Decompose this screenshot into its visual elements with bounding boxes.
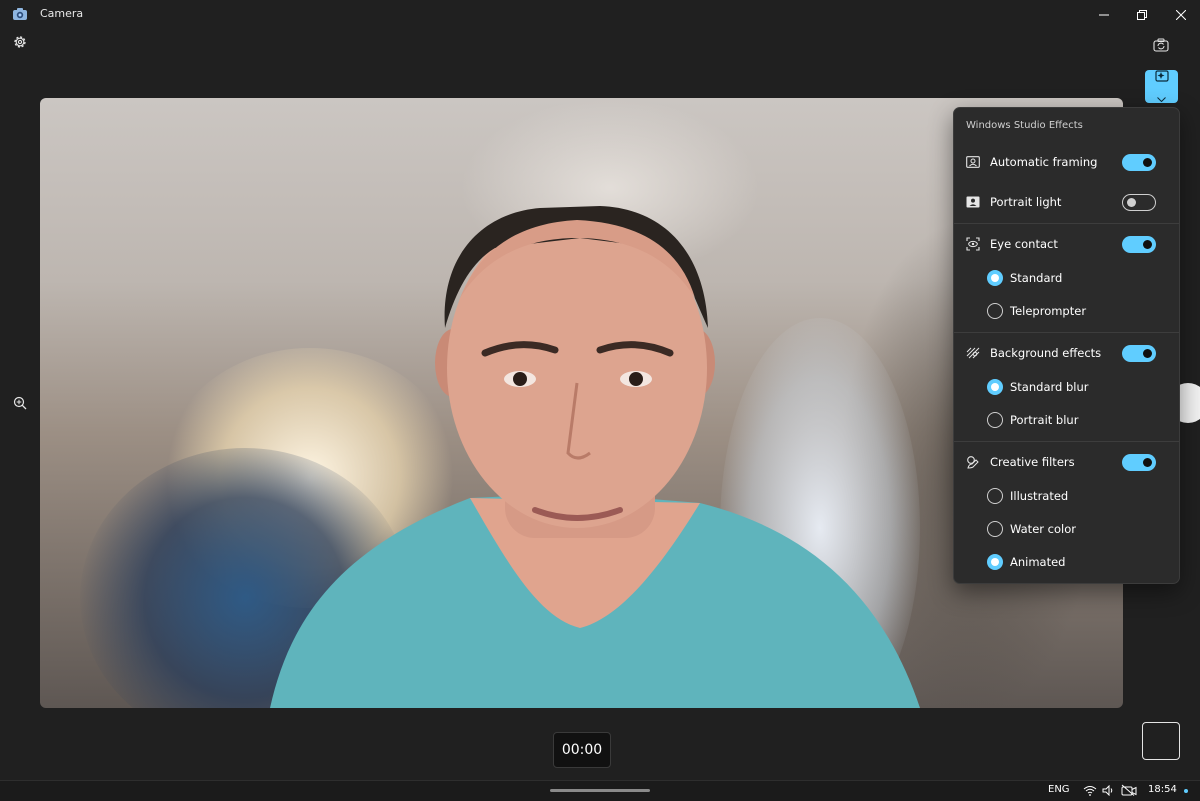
volume-icon[interactable] bbox=[1101, 783, 1117, 797]
teleprompter-radio[interactable] bbox=[987, 303, 1003, 319]
zoom-button[interactable] bbox=[10, 394, 30, 414]
studio-effects-icon bbox=[1154, 67, 1169, 86]
language-indicator[interactable]: ENG bbox=[1048, 784, 1070, 795]
water-color-radio[interactable] bbox=[987, 521, 1003, 537]
recording-timer: 00:00 bbox=[553, 732, 611, 768]
background-effects-icon bbox=[965, 345, 981, 361]
taskbar: ENG 18:54 bbox=[0, 780, 1200, 801]
creative-filters-row: Creative filters bbox=[954, 446, 1179, 478]
restore-icon bbox=[1137, 5, 1147, 24]
home-indicator[interactable] bbox=[550, 789, 650, 792]
divider bbox=[954, 332, 1179, 333]
creative-filters-toggle[interactable] bbox=[1122, 454, 1156, 471]
standard-label: Standard bbox=[1010, 271, 1063, 285]
switch-camera-icon bbox=[1153, 37, 1169, 56]
close-button[interactable] bbox=[1164, 0, 1198, 28]
settings-button[interactable] bbox=[10, 34, 30, 54]
minimize-button[interactable] bbox=[1087, 0, 1121, 28]
chevron-down-icon bbox=[1157, 87, 1166, 106]
background-option-portrait-blur[interactable]: Portrait blur bbox=[954, 405, 1179, 435]
portrait-blur-label: Portrait blur bbox=[1010, 413, 1079, 427]
animated-label: Animated bbox=[1010, 555, 1066, 569]
camera-app-icon bbox=[12, 6, 28, 20]
animated-radio[interactable] bbox=[987, 554, 1003, 570]
studio-effects-panel: Windows Studio Effects Automatic framing… bbox=[953, 107, 1180, 584]
notification-dot bbox=[1184, 789, 1188, 793]
studio-effects-button[interactable] bbox=[1145, 70, 1178, 103]
teleprompter-label: Teleprompter bbox=[1010, 304, 1087, 318]
standard-blur-radio[interactable] bbox=[987, 379, 1003, 395]
standard-blur-label: Standard blur bbox=[1010, 380, 1089, 394]
background-effects-toggle[interactable] bbox=[1122, 345, 1156, 362]
creative-filters-icon bbox=[965, 454, 981, 470]
eye-contact-label: Eye contact bbox=[990, 237, 1058, 251]
background-option-standard-blur[interactable]: Standard blur bbox=[954, 372, 1179, 402]
restore-button[interactable] bbox=[1125, 0, 1159, 28]
filter-option-animated[interactable]: Animated bbox=[954, 547, 1179, 577]
divider bbox=[954, 223, 1179, 224]
camera-in-use-icon[interactable] bbox=[1121, 783, 1137, 797]
eye-contact-option-teleprompter[interactable]: Teleprompter bbox=[954, 296, 1179, 326]
switch-camera-button[interactable] bbox=[1150, 36, 1172, 56]
portrait-light-icon bbox=[965, 194, 981, 210]
gear-icon bbox=[12, 34, 28, 54]
window-title: Camera bbox=[40, 7, 84, 20]
clock[interactable]: 18:54 bbox=[1148, 784, 1177, 795]
eye-contact-icon bbox=[965, 236, 981, 252]
minimize-icon bbox=[1099, 5, 1109, 24]
zoom-in-icon bbox=[13, 395, 27, 414]
gallery-thumbnail[interactable] bbox=[1142, 722, 1180, 760]
filter-option-illustrated[interactable]: Illustrated bbox=[954, 481, 1179, 511]
divider bbox=[954, 441, 1179, 442]
portrait-light-label: Portrait light bbox=[990, 195, 1062, 209]
close-icon bbox=[1175, 5, 1187, 24]
background-effects-row: Background effects bbox=[954, 337, 1179, 369]
portrait-light-toggle[interactable] bbox=[1122, 194, 1156, 211]
portrait-light-row: Portrait light bbox=[954, 186, 1179, 218]
filter-option-water-color[interactable]: Water color bbox=[954, 514, 1179, 544]
illustrated-radio[interactable] bbox=[987, 488, 1003, 504]
automatic-framing-row: Automatic framing bbox=[954, 146, 1179, 178]
illustrated-label: Illustrated bbox=[1010, 489, 1069, 503]
panel-title: Windows Studio Effects bbox=[966, 120, 1083, 131]
automatic-framing-label: Automatic framing bbox=[990, 155, 1098, 169]
standard-radio[interactable] bbox=[987, 270, 1003, 286]
wifi-icon[interactable] bbox=[1082, 783, 1098, 797]
water-color-label: Water color bbox=[1010, 522, 1076, 536]
eye-contact-toggle[interactable] bbox=[1122, 236, 1156, 253]
eye-contact-row: Eye contact bbox=[954, 228, 1179, 260]
creative-filters-label: Creative filters bbox=[990, 455, 1075, 469]
framing-icon bbox=[965, 154, 981, 170]
automatic-framing-toggle[interactable] bbox=[1122, 154, 1156, 171]
eye-contact-option-standard[interactable]: Standard bbox=[954, 263, 1179, 293]
portrait-blur-radio[interactable] bbox=[987, 412, 1003, 428]
title-bar: Camera bbox=[0, 0, 1200, 28]
background-effects-label: Background effects bbox=[990, 346, 1102, 360]
